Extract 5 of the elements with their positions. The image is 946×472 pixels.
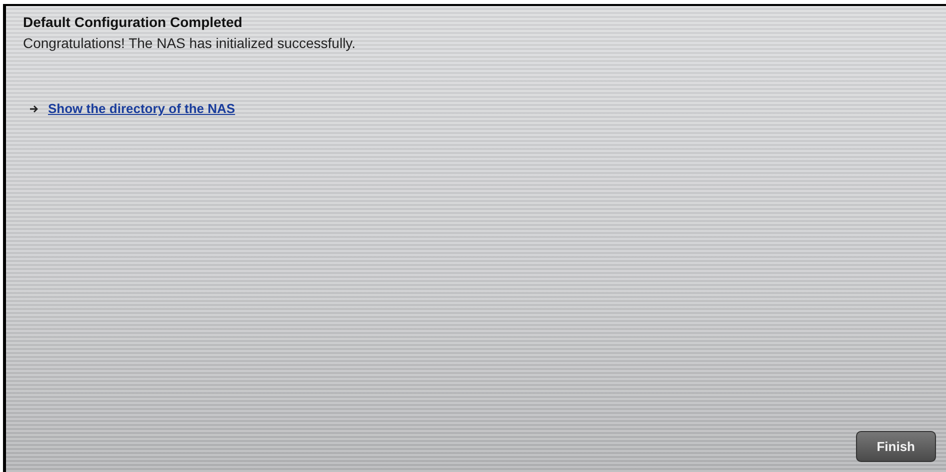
status-message: Congratulations! The NAS has initialized successfully. (23, 35, 357, 51)
arrow-icon (30, 104, 39, 112)
directory-link[interactable]: Show the directory of the NAS (48, 101, 236, 116)
panel-heading: Default Configuration Completed (23, 14, 244, 30)
finish-button[interactable]: Finish (856, 431, 936, 462)
